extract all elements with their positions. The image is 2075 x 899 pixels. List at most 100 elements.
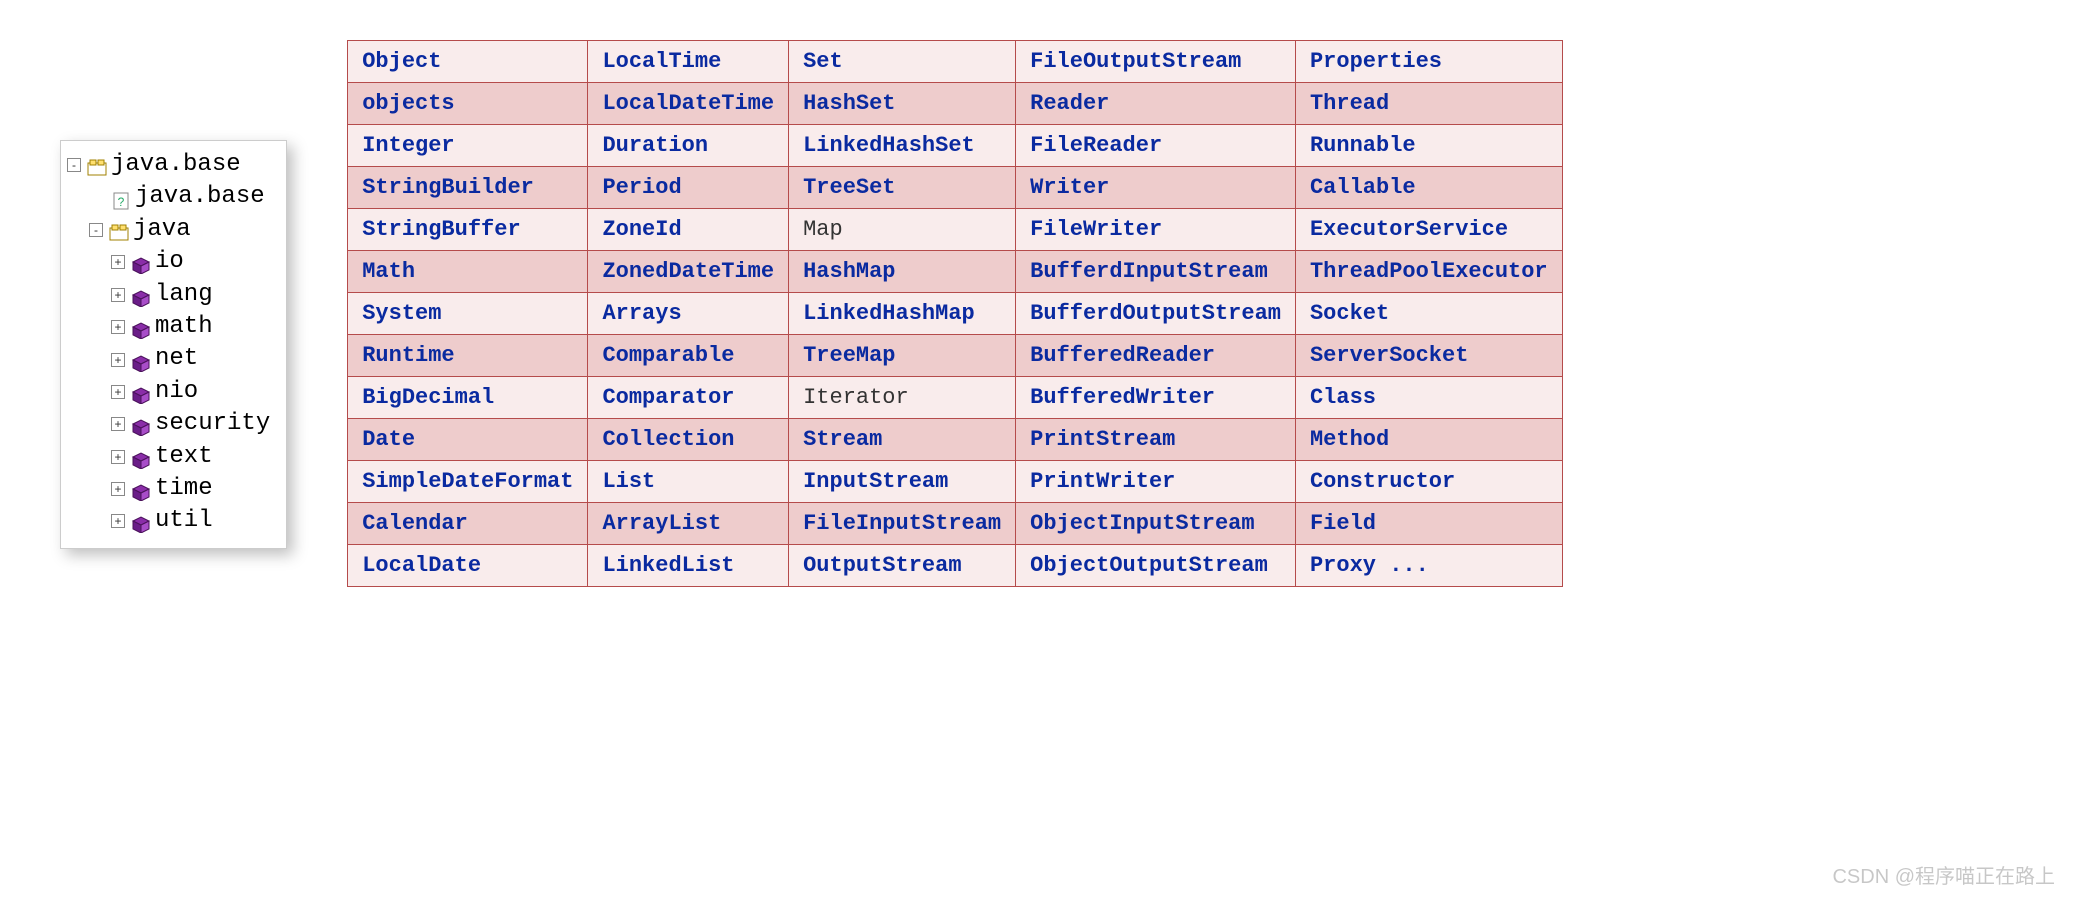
class-link[interactable]: System xyxy=(362,301,441,326)
class-cell[interactable]: InputStream xyxy=(789,461,1016,503)
class-cell[interactable]: SimpleDateFormat xyxy=(348,461,588,503)
class-cell[interactable]: Math xyxy=(348,251,588,293)
collapse-icon[interactable]: - xyxy=(89,223,103,237)
class-link[interactable]: Reader xyxy=(1030,91,1109,116)
class-link[interactable]: FileReader xyxy=(1030,133,1162,158)
class-link[interactable]: Thread xyxy=(1310,91,1389,116)
class-link[interactable]: Date xyxy=(362,427,415,452)
tree-node-package[interactable]: +text xyxy=(67,441,270,473)
class-link[interactable]: Method xyxy=(1310,427,1389,452)
class-cell[interactable]: Map xyxy=(789,209,1016,251)
class-link[interactable]: Integer xyxy=(362,133,454,158)
class-link[interactable]: TreeMap xyxy=(803,343,895,368)
tree-node-package[interactable]: +util xyxy=(67,505,270,537)
class-cell[interactable]: List xyxy=(588,461,789,503)
class-link[interactable]: FileOutputStream xyxy=(1030,49,1241,74)
class-cell[interactable]: objects xyxy=(348,83,588,125)
class-cell[interactable]: ZonedDateTime xyxy=(588,251,789,293)
class-cell[interactable]: PrintWriter xyxy=(1016,461,1296,503)
class-link[interactable]: objects xyxy=(362,91,454,116)
class-link[interactable]: Comparator xyxy=(602,385,734,410)
class-link[interactable]: BigDecimal xyxy=(362,385,494,410)
expand-icon[interactable]: + xyxy=(111,255,125,269)
class-cell[interactable]: Class xyxy=(1295,377,1562,419)
class-cell[interactable]: Reader xyxy=(1016,83,1296,125)
expand-icon[interactable]: + xyxy=(111,417,125,431)
class-link[interactable]: BufferedReader xyxy=(1030,343,1215,368)
class-cell[interactable]: Stream xyxy=(789,419,1016,461)
class-cell[interactable]: ExecutorService xyxy=(1295,209,1562,251)
class-cell[interactable]: LinkedHashSet xyxy=(789,125,1016,167)
class-cell[interactable]: Arrays xyxy=(588,293,789,335)
class-cell[interactable]: LinkedHashMap xyxy=(789,293,1016,335)
class-cell[interactable]: Calendar xyxy=(348,503,588,545)
class-cell[interactable]: Callable xyxy=(1295,167,1562,209)
expand-icon[interactable]: + xyxy=(111,320,125,334)
class-link[interactable]: ZonedDateTime xyxy=(602,259,774,284)
class-cell[interactable]: HashMap xyxy=(789,251,1016,293)
class-link[interactable]: LinkedHashSet xyxy=(803,133,975,158)
tree-node-java[interactable]: - java xyxy=(67,214,270,246)
class-cell[interactable]: Set xyxy=(789,41,1016,83)
tree-node-package[interactable]: +nio xyxy=(67,376,270,408)
class-link[interactable]: Object xyxy=(362,49,441,74)
class-link[interactable]: SimpleDateFormat xyxy=(362,469,573,494)
class-cell[interactable]: FileReader xyxy=(1016,125,1296,167)
class-link[interactable]: StringBuilder xyxy=(362,175,534,200)
class-link[interactable]: Duration xyxy=(602,133,708,158)
expand-icon[interactable]: + xyxy=(111,482,125,496)
tree-node-sub[interactable]: ? java.base xyxy=(67,181,270,213)
class-cell[interactable]: StringBuffer xyxy=(348,209,588,251)
class-cell[interactable]: TreeMap xyxy=(789,335,1016,377)
class-link[interactable]: BufferdOutputStream xyxy=(1030,301,1281,326)
class-link[interactable]: Collection xyxy=(602,427,734,452)
class-link[interactable]: TreeSet xyxy=(803,175,895,200)
class-cell[interactable]: ObjectInputStream xyxy=(1016,503,1296,545)
class-link[interactable]: Constructor xyxy=(1310,469,1455,494)
tree-node-package[interactable]: +math xyxy=(67,311,270,343)
class-link[interactable]: Set xyxy=(803,49,843,74)
expand-icon[interactable]: + xyxy=(111,514,125,528)
class-cell[interactable]: LinkedList xyxy=(588,545,789,587)
expand-icon[interactable]: + xyxy=(111,450,125,464)
class-cell[interactable]: LocalDate xyxy=(348,545,588,587)
class-link[interactable]: Math xyxy=(362,259,415,284)
class-link[interactable]: Stream xyxy=(803,427,882,452)
class-link[interactable]: LocalDate xyxy=(362,553,481,578)
class-cell[interactable]: Runtime xyxy=(348,335,588,377)
class-cell[interactable]: Writer xyxy=(1016,167,1296,209)
class-cell[interactable]: LocalDateTime xyxy=(588,83,789,125)
class-cell[interactable]: Object xyxy=(348,41,588,83)
class-link[interactable]: Runtime xyxy=(362,343,454,368)
class-link[interactable]: ThreadPoolExecutor xyxy=(1310,259,1548,284)
class-cell[interactable]: Collection xyxy=(588,419,789,461)
class-cell[interactable]: Socket xyxy=(1295,293,1562,335)
class-cell[interactable]: Thread xyxy=(1295,83,1562,125)
class-cell[interactable]: Duration xyxy=(588,125,789,167)
class-cell[interactable]: BufferdOutputStream xyxy=(1016,293,1296,335)
class-cell[interactable]: BufferdInputStream xyxy=(1016,251,1296,293)
class-cell[interactable]: ArrayList xyxy=(588,503,789,545)
class-link[interactable]: PrintStream xyxy=(1030,427,1175,452)
class-cell[interactable]: LocalTime xyxy=(588,41,789,83)
class-link[interactable]: StringBuffer xyxy=(362,217,520,242)
class-link[interactable]: Class xyxy=(1310,385,1376,410)
tree-node-package[interactable]: +security xyxy=(67,408,270,440)
class-cell[interactable]: Date xyxy=(348,419,588,461)
class-cell[interactable]: ThreadPoolExecutor xyxy=(1295,251,1562,293)
class-cell[interactable]: Iterator xyxy=(789,377,1016,419)
class-cell[interactable]: TreeSet xyxy=(789,167,1016,209)
class-link[interactable]: ArrayList xyxy=(602,511,721,536)
class-cell[interactable]: FileOutputStream xyxy=(1016,41,1296,83)
class-link[interactable]: ServerSocket xyxy=(1310,343,1468,368)
class-cell[interactable]: Period xyxy=(588,167,789,209)
class-link[interactable]: LinkedHashMap xyxy=(803,301,975,326)
expand-icon[interactable]: + xyxy=(111,353,125,367)
class-link[interactable]: ObjectInputStream xyxy=(1030,511,1254,536)
class-link[interactable]: LocalDateTime xyxy=(602,91,774,116)
class-link[interactable]: PrintWriter xyxy=(1030,469,1175,494)
class-cell[interactable]: Constructor xyxy=(1295,461,1562,503)
class-link[interactable]: InputStream xyxy=(803,469,948,494)
class-link[interactable]: Calendar xyxy=(362,511,468,536)
class-link[interactable]: FileInputStream xyxy=(803,511,1001,536)
